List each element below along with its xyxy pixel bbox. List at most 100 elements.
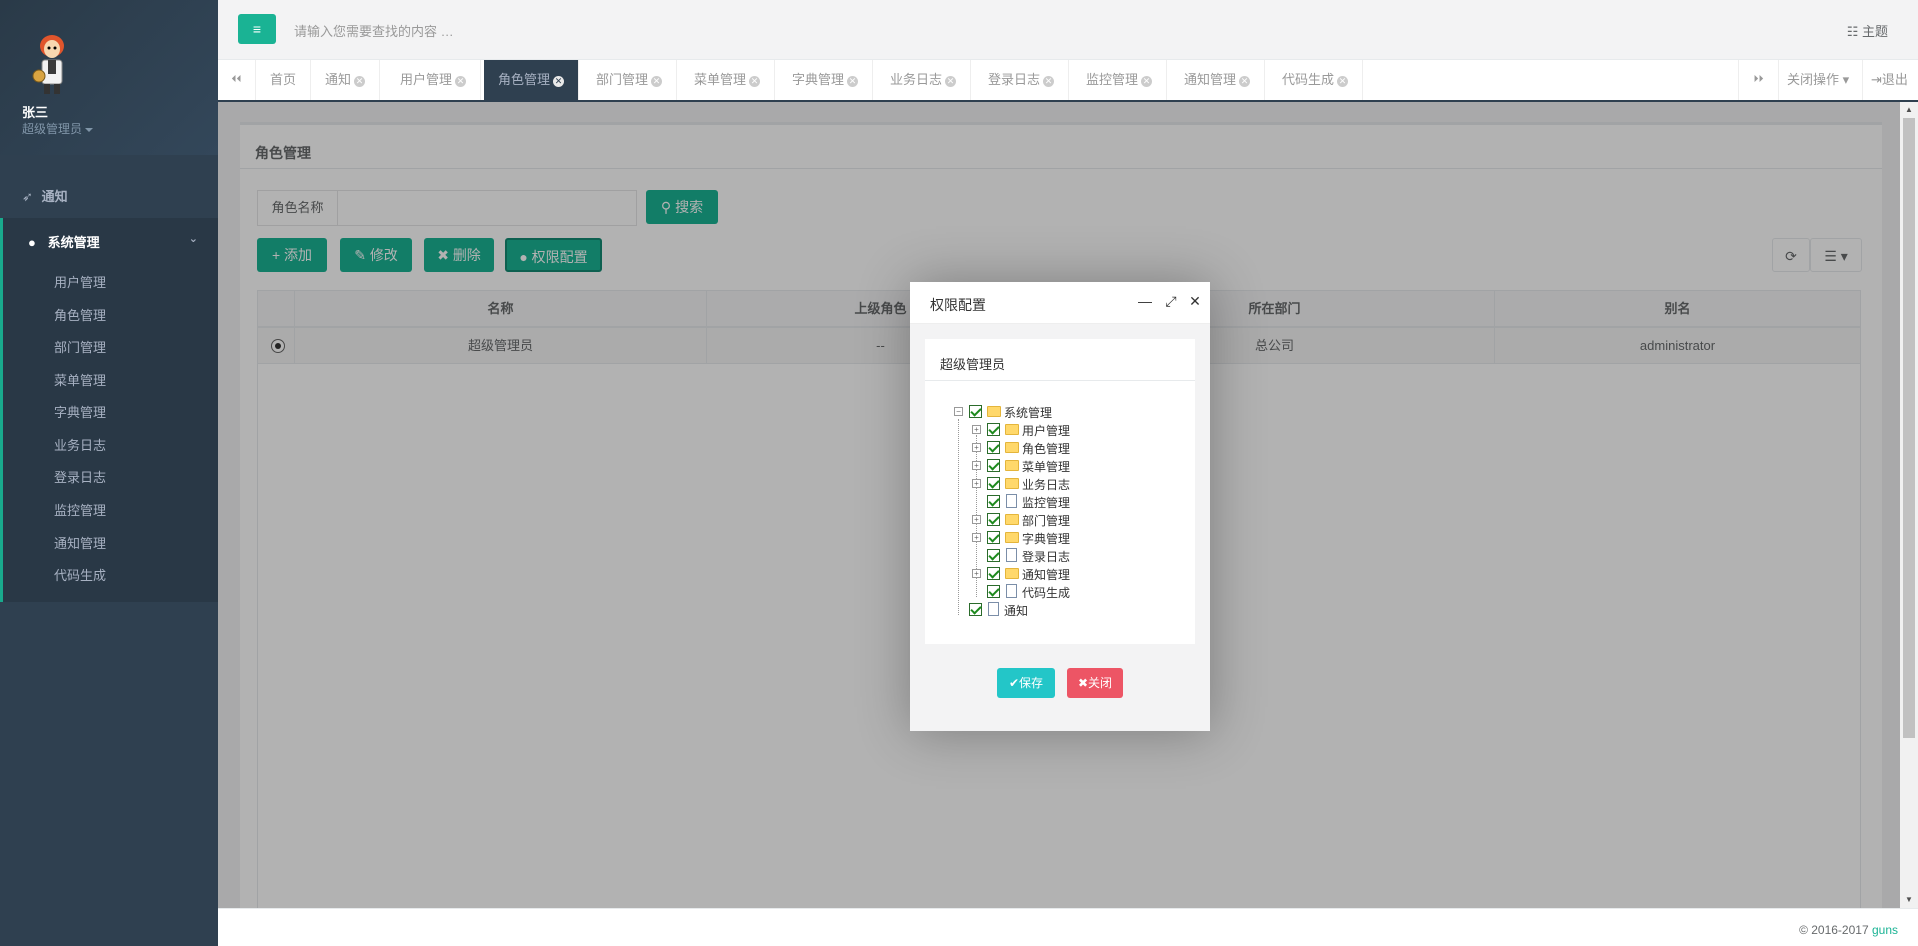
expand-icon[interactable]: + [972,515,981,524]
sidebar-item-dict-mgmt[interactable]: 字典管理 [54,402,106,421]
tree-checkbox[interactable] [987,423,1000,436]
close-icon[interactable]: ✕ [455,76,467,87]
expand-icon[interactable]: + [972,569,981,578]
tab-notice[interactable]: 通知 ✕ [311,60,381,100]
collapse-icon[interactable]: − [954,407,963,416]
expand-icon[interactable]: + [972,533,981,542]
close-icon[interactable]: ✕ [945,76,957,87]
tree-node[interactable]: + 角色管理 [972,439,1132,457]
tree-checkbox[interactable] [987,459,1000,472]
expand-icon[interactable]: + [972,479,981,488]
page-scrollbar[interactable]: ▲ ▼ [1900,102,1918,908]
top-bar: ≡ 请输入您需要查找的内容 … ☷ 主题 [218,0,1918,60]
tab-biz-log[interactable]: 业务日志 ✕ [876,60,972,100]
sidebar-item-biz-log[interactable]: 业务日志 [54,435,106,454]
footer-link[interactable]: guns [1872,923,1898,937]
tree-node[interactable]: + 字典管理 [972,529,1132,547]
tab-notice-mgmt[interactable]: 通知管理 ✕ [1170,60,1266,100]
maximize-icon[interactable]: ⤢ [1162,293,1180,310]
close-icon[interactable]: ✕ [1141,76,1153,87]
tree-node-root[interactable]: − 系统管理 [954,403,1134,421]
tree-checkbox[interactable] [987,495,1000,508]
tree-node[interactable]: + 用户管理 [972,421,1132,439]
close-icon[interactable]: ✕ [1239,76,1251,87]
file-icon [1006,548,1017,562]
tab-label: 首页 [270,72,297,87]
sidebar-item-label: 通知 [41,189,68,204]
tab-label: 用户管理 [400,72,453,87]
close-operations-dropdown[interactable]: 关闭操作 ▾ [1778,60,1862,100]
tree-checkbox[interactable] [987,549,1000,562]
sidebar-item-system[interactable]: ● 系统管理 ⌄ [0,218,218,262]
close-button[interactable]: ✖关闭 [1067,668,1123,698]
tree-checkbox[interactable] [987,513,1000,526]
tabs-next-icon[interactable]: ⏵⏵ [1738,60,1778,100]
tree-checkbox[interactable] [969,405,982,418]
folder-icon [1005,460,1019,471]
tab-label: 字典管理 [792,72,845,87]
close-icon[interactable]: ✕ [553,76,565,87]
sidebar-item-menu-mgmt[interactable]: 菜单管理 [54,370,106,389]
scroll-up-icon[interactable]: ▲ [1900,102,1918,118]
tree-checkbox[interactable] [987,477,1000,490]
tree-checkbox[interactable] [987,531,1000,544]
close-icon[interactable]: ✕ [354,76,366,87]
tab-home[interactable]: 首页 [256,60,312,100]
tab-menu-mgmt[interactable]: 菜单管理 ✕ [680,60,776,100]
sign-out-icon: ⇥ [1871,72,1882,87]
menu-toggle-button[interactable]: ≡ [238,14,276,44]
user-role-label: 超级管理员 [22,122,83,136]
sidebar-item-codegen[interactable]: 代码生成 [54,565,106,584]
tab-login-log[interactable]: 登录日志 ✕ [974,60,1070,100]
tree-node[interactable]: + 通知管理 [972,565,1132,583]
tree-checkbox[interactable] [969,603,982,616]
tree-node[interactable]: + 菜单管理 [972,457,1132,475]
close-icon[interactable]: ✕ [1186,293,1204,310]
scroll-thumb[interactable] [1903,118,1915,738]
theme-button[interactable]: ☷ 主题 [1847,21,1888,40]
sidebar-item-notice-mgmt[interactable]: 通知管理 [54,533,106,552]
tree-checkbox[interactable] [987,441,1000,454]
expand-icon[interactable]: + [972,443,981,452]
sidebar-item-notice[interactable]: ➶ 通知 [0,172,218,216]
tab-label: 通知管理 [1184,72,1237,87]
tree-node[interactable]: + 部门管理 [972,511,1132,529]
close-icon[interactable]: ✕ [749,76,761,87]
tab-label: 角色管理 [498,72,551,87]
tree-node-label: 登录日志 [1022,550,1071,564]
close-icon[interactable]: ✕ [1337,76,1349,87]
user-role-dropdown[interactable]: 超级管理员 [22,120,94,137]
close-icon[interactable]: ✕ [1043,76,1055,87]
scroll-down-icon[interactable]: ▼ [1900,892,1918,908]
avatar[interactable] [26,30,78,96]
tree-checkbox[interactable] [987,585,1000,598]
sidebar-item-role-mgmt[interactable]: 角色管理 [54,305,106,324]
close-icon[interactable]: ✕ [651,76,663,87]
close-icon[interactable]: ✕ [847,76,859,87]
tree-node[interactable]: 代码生成 [972,583,1132,601]
expand-icon[interactable]: + [972,425,981,434]
sidebar-item-login-log[interactable]: 登录日志 [54,467,106,486]
tab-monitor[interactable]: 监控管理 ✕ [1072,60,1168,100]
tree-checkbox[interactable] [987,567,1000,580]
tab-codegen[interactable]: 代码生成 ✕ [1268,60,1364,100]
save-button[interactable]: ✔保存 [997,668,1055,698]
tab-role-mgmt[interactable]: 角色管理 ✕ [484,60,580,100]
user-icon: ● [28,235,36,250]
tabs-prev-icon[interactable]: ⏴⏴ [218,60,256,100]
minimize-icon[interactable]: — [1136,293,1154,309]
tree-node-notice[interactable]: 通知 [954,601,1114,619]
sidebar-item-dept-mgmt[interactable]: 部门管理 [54,337,106,356]
sidebar-item-user-mgmt[interactable]: 用户管理 [54,272,106,291]
tab-dict-mgmt[interactable]: 字典管理 ✕ [778,60,874,100]
top-search-input[interactable]: 请输入您需要查找的内容 … [294,21,454,40]
tab-dept-mgmt[interactable]: 部门管理 ✕ [582,60,678,100]
expand-icon[interactable]: + [972,461,981,470]
tree-node[interactable]: 登录日志 [972,547,1132,565]
tab-user-mgmt[interactable]: 用户管理 ✕ [386,60,482,100]
tree-node[interactable]: + 业务日志 [972,475,1132,493]
tree-node[interactable]: 监控管理 [972,493,1132,511]
sidebar-item-monitor[interactable]: 监控管理 [54,500,106,519]
logout-button[interactable]: ⇥退出 [1862,60,1918,100]
close-label: 关闭 [1088,676,1113,690]
